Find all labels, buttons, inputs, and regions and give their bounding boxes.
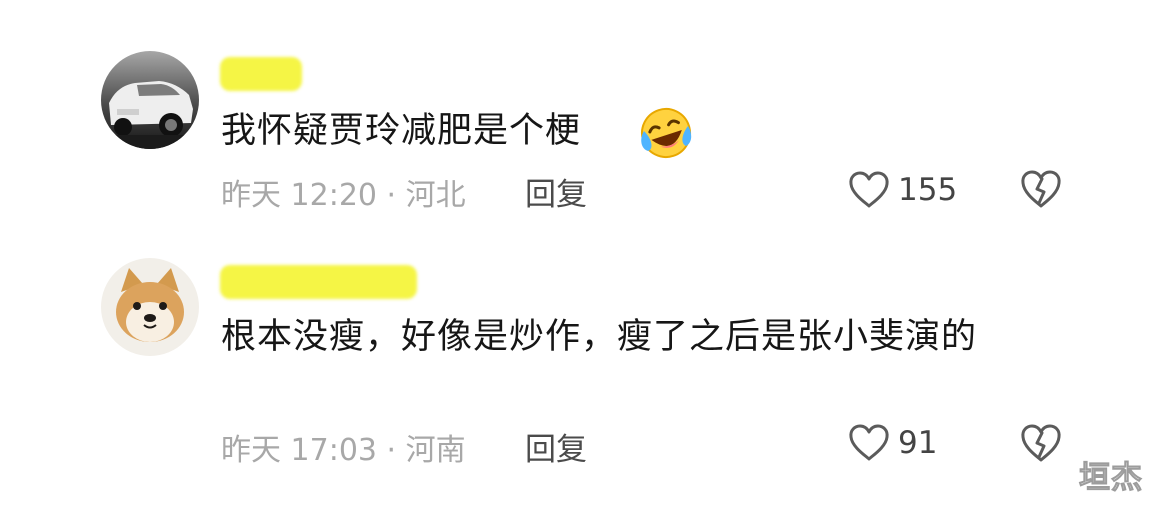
comment-text: 根本没瘦，好像是炒作，瘦了之后是张小斐演的 [221,317,978,357]
laughing-crying-emoji-icon [638,105,694,161]
broken-heart-icon[interactable] [1020,423,1062,463]
reply-button[interactable]: 回复 [525,424,587,469]
broken-heart-icon[interactable] [1020,169,1062,209]
like-button[interactable]: 155 [848,168,957,212]
car-photo-avatar[interactable] [101,51,199,149]
comment-meta: 昨天 17:03 · 河南 [221,433,466,468]
comment-meta: 昨天 12:20 · 河北 [221,178,466,213]
like-count: 155 [898,172,958,208]
shiba-dog-avatar[interactable] [101,258,199,356]
watermark: 垣杰 [1079,460,1143,497]
like-count: 91 [898,425,938,461]
username-highlight[interactable] [220,265,417,299]
heart-outline-icon [849,424,889,461]
reply-button[interactable]: 回复 [525,169,587,214]
comment-text: 我怀疑贾玲减肥是个梗 [221,111,582,151]
username-highlight[interactable] [220,57,302,91]
like-button[interactable]: 91 [848,421,937,465]
comment-item: 根本没瘦，好像是炒作，瘦了之后是张小斐演的 昨天 17:03 · 河南 回复 9… [0,240,1169,500]
comment-item: 我怀疑贾玲减肥是个梗 昨天 12:20 · 河北 回复 155 [0,0,1169,230]
heart-outline-icon [849,171,889,208]
